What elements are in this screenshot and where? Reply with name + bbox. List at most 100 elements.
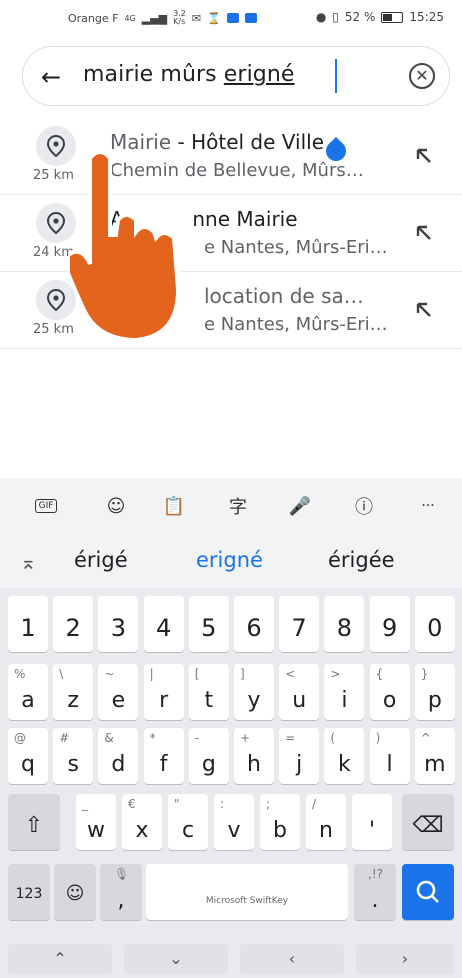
key-hint: ~: [104, 667, 115, 681]
key-4[interactable]: 4: [143, 596, 184, 652]
key-o[interactable]: {o: [369, 664, 410, 720]
key-9[interactable]: 9: [369, 596, 410, 652]
comma-key[interactable]: 🎙,: [100, 864, 142, 920]
key-label: i: [341, 688, 348, 713]
key-z[interactable]: \ z: [53, 664, 94, 720]
key-3[interactable]: 3: [98, 596, 139, 652]
key-x[interactable]: € x: [122, 794, 162, 850]
more-icon[interactable]: ···: [412, 490, 444, 522]
search-key[interactable]: [402, 864, 454, 920]
key-6[interactable]: 6: [234, 596, 274, 652]
key-label: c: [181, 818, 195, 843]
key-k[interactable]: (k: [324, 728, 365, 784]
clear-icon[interactable]: ✕: [409, 63, 435, 89]
key-label: j: [296, 752, 303, 777]
key-v[interactable]: :v: [214, 794, 254, 850]
key-e[interactable]: ~ e: [98, 664, 139, 720]
numbers-key[interactable]: 123: [8, 864, 50, 920]
key-label: 8: [336, 614, 353, 642]
translate-icon[interactable]: 字: [222, 490, 254, 522]
key-label: q: [21, 752, 35, 777]
gif-icon[interactable]: GIF: [30, 490, 62, 522]
key-hint: ]: [240, 667, 245, 681]
search-icon: [416, 880, 439, 903]
key-5[interactable]: 5: [188, 596, 229, 652]
key-a[interactable]: % a: [8, 664, 48, 720]
key-8[interactable]: 8: [324, 596, 365, 652]
key-label: k: [338, 752, 351, 777]
key-h[interactable]: + h: [234, 728, 274, 784]
key-hint: :: [220, 797, 225, 811]
result-distance: 24 km: [33, 245, 74, 260]
microphone-icon[interactable]: 🎤: [284, 490, 316, 522]
key-d[interactable]: & d: [98, 728, 139, 784]
key-hint: ;: [266, 797, 271, 811]
nav-left-key[interactable]: ‹: [240, 944, 344, 974]
key-hint: ^: [420, 731, 431, 745]
key-i[interactable]: > i: [324, 664, 365, 720]
fill-query-arrow-icon[interactable]: [412, 221, 436, 245]
key-label: z: [67, 688, 79, 713]
space-key[interactable]: Microsoft SwiftKey: [146, 864, 348, 920]
shift-key[interactable]: ⇧: [8, 794, 60, 850]
key-n[interactable]: / n: [306, 794, 346, 850]
key-c[interactable]: " c: [168, 794, 208, 850]
key-label: 5: [201, 614, 217, 642]
key-s[interactable]: # s: [53, 728, 94, 784]
key-j[interactable]: = j: [279, 728, 320, 784]
collapse-icon[interactable]: ⌅: [20, 550, 37, 574]
key-label: y: [247, 688, 261, 713]
battery-icon: [381, 11, 404, 23]
key-label: b: [273, 818, 287, 843]
key-hint: @: [14, 731, 26, 745]
key-1[interactable]: 1: [8, 596, 48, 652]
info-icon[interactable]: ⓘ: [348, 490, 380, 522]
key-label: 3: [110, 614, 127, 642]
suggestion-1[interactable]: érigé: [74, 548, 128, 572]
key-label: s: [67, 752, 79, 777]
key-r[interactable]: | r: [143, 664, 184, 720]
search-bar[interactable]: ← mairie mûrs erigné ✕: [22, 46, 450, 166]
key-0[interactable]: 0: [414, 596, 455, 652]
key-hint: (: [330, 731, 336, 745]
search-input[interactable]: mairie mûrs erigné: [83, 62, 295, 87]
clock: 15:25: [409, 10, 444, 24]
key-g[interactable]: -g: [188, 728, 229, 784]
key-label: l: [386, 752, 393, 777]
key-7[interactable]: 7: [279, 596, 320, 652]
fill-query-arrow-icon[interactable]: [412, 298, 436, 322]
emoji-key[interactable]: ☺: [54, 864, 96, 920]
key-label: ': [368, 818, 376, 843]
key-p[interactable]: } p: [414, 664, 455, 720]
key-2[interactable]: 2: [53, 596, 94, 652]
nav-right-key[interactable]: ›: [356, 944, 454, 974]
key-apostrophe[interactable]: ': [352, 794, 392, 850]
key-q[interactable]: @ q: [8, 728, 48, 784]
key-label: t: [204, 688, 214, 713]
key-m[interactable]: ^ m: [414, 728, 455, 784]
key-f[interactable]: * f: [143, 728, 184, 784]
key-hint: }: [420, 667, 429, 681]
sticker-icon[interactable]: ☺: [100, 490, 132, 522]
key-hint: +: [240, 731, 251, 745]
key-y[interactable]: ] y: [234, 664, 274, 720]
nav-down-key[interactable]: ⌄: [124, 944, 228, 974]
key-u[interactable]: < u: [279, 664, 320, 720]
clipboard-icon[interactable]: 📋: [158, 490, 190, 522]
key-l[interactable]: ) l: [369, 728, 410, 784]
key-w[interactable]: _ w: [76, 794, 116, 850]
fill-query-arrow-icon[interactable]: [412, 144, 436, 168]
key-hint: *: [149, 731, 156, 745]
period-key[interactable]: ,!?.: [354, 864, 396, 920]
key-hint: <: [285, 667, 296, 681]
key-t[interactable]: [t: [188, 664, 229, 720]
back-arrow-icon[interactable]: ←: [37, 63, 65, 91]
backspace-key[interactable]: ⌫: [402, 794, 454, 850]
nav-up-key[interactable]: ⌃: [8, 944, 112, 974]
key-hint: €: [128, 797, 136, 811]
key-b[interactable]: ; b: [260, 794, 300, 850]
key-label: d: [111, 752, 126, 777]
suggestion-3[interactable]: érigée: [328, 548, 395, 572]
key-label: 2: [65, 614, 81, 642]
suggestion-2[interactable]: erigné: [196, 548, 263, 572]
